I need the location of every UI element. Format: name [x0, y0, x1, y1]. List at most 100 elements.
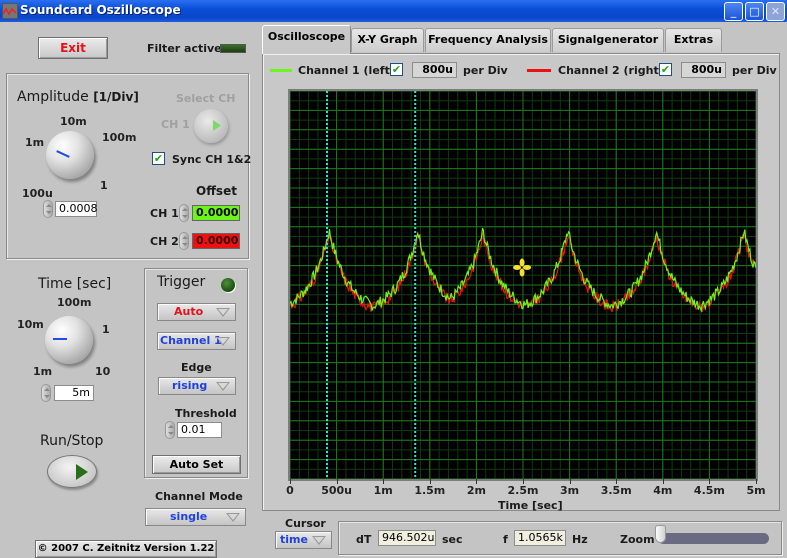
select-ch-label: Select CH — [176, 92, 236, 105]
app-icon — [2, 3, 18, 19]
time-value-field[interactable]: 5m — [54, 385, 94, 401]
x-tick-label: 4.5m — [693, 484, 725, 497]
x-tick-mark — [616, 479, 618, 484]
amplitude-tick: 100m — [102, 131, 137, 144]
exit-button[interactable]: Exit — [38, 37, 108, 59]
cursor-label: Cursor — [285, 517, 326, 530]
x-tick-label: 4m — [653, 484, 673, 497]
threshold-spinner[interactable] — [165, 421, 175, 439]
x-tick-label: 3m — [560, 484, 580, 497]
amplitude-tick: 1m — [25, 136, 45, 149]
channel1-per-div-label: per Div — [463, 64, 508, 77]
trigger-led — [221, 278, 235, 292]
time-tick: 10m — [17, 318, 44, 331]
offset-ch1-field[interactable]: 0.0000 — [192, 205, 240, 221]
x-tick-mark — [709, 479, 711, 484]
x-tick-mark — [290, 479, 291, 484]
x-tick-label: 5m — [746, 484, 766, 497]
tab-signalgenerator[interactable]: Signalgenerator — [552, 28, 664, 52]
zoom-slider-handle[interactable] — [655, 525, 666, 543]
play-icon — [76, 464, 88, 480]
channel2-label: Channel 2 (right) — [558, 64, 664, 77]
offset-ch2-label: CH 2 — [150, 235, 179, 248]
trigger-source-dropdown[interactable]: Channel 1 — [157, 332, 236, 350]
oscilloscope-plot[interactable] — [288, 89, 758, 481]
tab-oscilloscope[interactable]: Oscilloscope — [262, 25, 351, 54]
minimize-icon: _ — [730, 5, 737, 18]
amplitude-knob[interactable] — [46, 131, 94, 179]
amplitude-tick: 10m — [60, 115, 87, 128]
trigger-title: Trigger — [157, 274, 206, 290]
f-label: f — [503, 533, 508, 546]
channel2-legend-line — [527, 69, 551, 72]
window-title: Soundcard Oszilloscope — [20, 3, 181, 17]
edge-label: Edge — [181, 361, 212, 374]
auto-set-button[interactable]: Auto Set — [152, 455, 241, 474]
minimize-button[interactable]: _ — [724, 2, 743, 21]
x-tick-mark — [476, 479, 478, 484]
threshold-field[interactable]: 0.01 — [177, 422, 222, 438]
offset-ch1-label: CH 1 — [150, 207, 179, 220]
plot-canvas — [289, 90, 757, 480]
close-button[interactable]: ✕ — [766, 2, 785, 21]
chevron-down-icon — [216, 308, 230, 317]
filter-active-led — [220, 44, 246, 53]
time-tick: 1 — [102, 323, 110, 336]
time-tick: 1m — [33, 365, 53, 378]
tab-xy-graph[interactable]: X-Y Graph — [351, 28, 424, 52]
tab-extras[interactable]: Extras — [665, 28, 722, 52]
trigger-source-value: Channel 1 — [160, 334, 222, 347]
time-tick: 10 — [95, 365, 111, 378]
trigger-mode-dropdown[interactable]: Auto — [157, 303, 236, 321]
zoom-slider-track[interactable] — [658, 533, 769, 544]
x-tick-label: 2m — [466, 484, 486, 497]
channel2-checkbox[interactable]: ✔ — [659, 63, 672, 76]
amplitude-title: Amplitude [1/Div] — [17, 89, 139, 105]
offset-ch2-spinner[interactable] — [179, 232, 189, 250]
channel-mode-value: single — [170, 510, 208, 523]
x-tick-label: 500u — [321, 484, 352, 497]
tab-frequency-analysis[interactable]: Frequency Analysis — [425, 28, 551, 52]
time-spinner[interactable] — [41, 384, 51, 402]
dt-unit: sec — [442, 533, 463, 546]
sync-label: Sync CH 1&2 — [172, 153, 252, 166]
title-bar: Soundcard Oszilloscope _ □ ✕ — [0, 0, 787, 22]
trigger-edge-dropdown[interactable]: rising — [158, 377, 236, 395]
amplitude-value-field[interactable]: 0.0008 — [55, 201, 98, 217]
select-ch-button[interactable] — [194, 109, 228, 143]
channel-mode-dropdown[interactable]: single — [145, 508, 246, 526]
run-stop-label: Run/Stop — [40, 433, 104, 449]
zoom-label: Zoom — [620, 533, 655, 546]
time-title: Time [sec] — [38, 276, 112, 292]
cursor-mode-dropdown[interactable]: time — [275, 531, 332, 549]
sync-checkbox[interactable]: ✔ — [152, 152, 165, 165]
chevron-down-icon — [226, 513, 240, 522]
dt-value-field: 946.502u — [378, 530, 436, 546]
channel1-checkbox[interactable]: ✔ — [390, 63, 403, 76]
amplitude-spinner[interactable] — [43, 200, 53, 218]
chevron-down-icon — [312, 536, 326, 545]
trigger-edge-value: rising — [172, 379, 208, 392]
chevron-down-icon — [216, 337, 230, 346]
offset-ch2-field[interactable]: 0.0000 — [192, 233, 240, 249]
maximize-button[interactable]: □ — [745, 2, 764, 21]
amplitude-tick: 1 — [100, 179, 108, 192]
x-tick-label: 3.5m — [600, 484, 632, 497]
amplitude-knob-pointer — [56, 150, 70, 158]
run-stop-button[interactable] — [47, 455, 97, 488]
threshold-label: Threshold — [175, 407, 237, 420]
time-tick: 100m — [57, 296, 92, 309]
x-tick-mark — [756, 479, 757, 484]
x-tick-label: 0 — [286, 484, 294, 497]
time-knob[interactable] — [45, 316, 93, 364]
x-tick-mark — [383, 479, 385, 484]
offset-ch1-spinner[interactable] — [179, 204, 189, 222]
close-icon: ✕ — [770, 5, 781, 18]
chevron-down-icon — [216, 382, 230, 391]
channel2-per-div-field[interactable]: 800u — [681, 62, 726, 78]
offset-label: Offset — [196, 184, 237, 198]
channel2-per-div-label: per Div — [732, 64, 777, 77]
x-tick-label: 1m — [373, 484, 393, 497]
channel1-per-div-field[interactable]: 800u — [412, 62, 457, 78]
f-unit: Hz — [572, 533, 588, 546]
